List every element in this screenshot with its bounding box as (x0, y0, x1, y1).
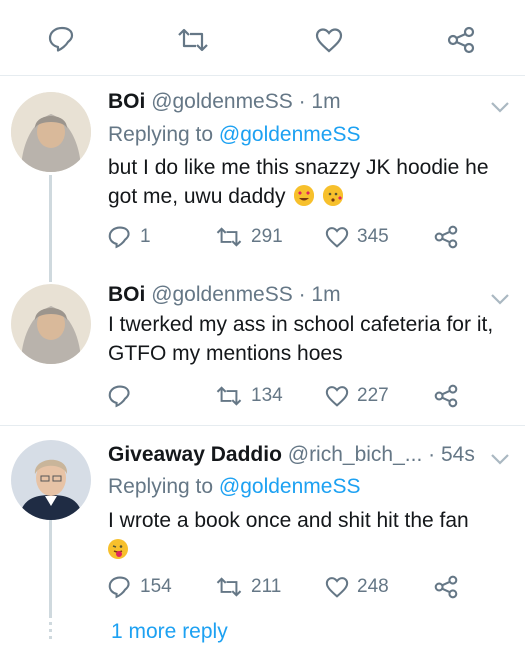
tweet-text-content: I wrote a book once and shit hit the fan (108, 509, 469, 532)
retweet-count: 211 (251, 576, 282, 597)
timestamp: · 1m (298, 283, 341, 306)
reply-icon (108, 576, 130, 599)
reply-icon (108, 385, 130, 408)
tweet-header: BOi @goldenmeSS · 1m (108, 90, 341, 114)
tweet-header: Giveaway Daddio @rich_bich_... · 54s (108, 443, 475, 467)
avatar[interactable] (11, 284, 91, 364)
display-name[interactable]: Giveaway Daddio (108, 443, 282, 466)
like-count: 227 (357, 385, 389, 406)
share-icon (434, 575, 458, 599)
replying-to-handle[interactable]: @goldenmeSS (219, 475, 361, 498)
reply-count: 1 (140, 226, 151, 247)
replying-to-handle[interactable]: @goldenmeSS (219, 123, 361, 146)
tongue-out-emoji (108, 538, 128, 559)
retweet-count: 134 (251, 385, 283, 406)
reply-count: 154 (140, 576, 172, 597)
tweet-actions: 134 227 (108, 382, 513, 410)
avatar[interactable] (11, 92, 91, 172)
share-icon (434, 225, 458, 249)
tweet-actions: 1 291 345 (108, 223, 513, 251)
share-button[interactable] (434, 223, 466, 251)
replying-prefix: Replying to (108, 475, 214, 498)
tweet-text: I wrote a book once and shit hit the fan (108, 506, 513, 564)
reply-button[interactable] (108, 382, 140, 410)
retweet-count: 291 (251, 226, 283, 247)
kissing-face-emoji (323, 185, 344, 206)
retweet-button[interactable]: 134 (215, 382, 283, 410)
like-button[interactable]: 227 (325, 382, 389, 410)
like-count: 248 (357, 576, 389, 597)
retweet-button[interactable]: 211 (215, 573, 281, 601)
divider (0, 425, 525, 426)
share-icon (434, 384, 458, 408)
timestamp: · 54s (428, 443, 475, 466)
reply-button[interactable]: 1 (108, 223, 151, 251)
display-name[interactable]: BOi (108, 283, 145, 306)
share-button[interactable] (434, 382, 466, 410)
tweet-header: BOi @goldenmeSS · 1m (108, 283, 341, 307)
retweet-button[interactable]: 291 (215, 223, 283, 251)
like-button[interactable]: 248 (325, 573, 389, 601)
like-icon[interactable] (315, 27, 343, 53)
like-icon (325, 227, 349, 248)
replying-to: Replying to @goldenmeSS (108, 123, 360, 147)
retweet-icon (216, 577, 242, 597)
chevron-down-icon[interactable] (490, 292, 510, 310)
handle[interactable]: @goldenmeSS (151, 90, 293, 113)
retweet-icon (216, 227, 242, 247)
retweet-icon (216, 386, 242, 406)
tweet-text: I twerked my ass in school cafeteria for… (108, 313, 494, 365)
tweet[interactable]: Giveaway Daddio @rich_bich_... · 54s Rep… (0, 430, 525, 610)
replying-to: Replying to @goldenmeSS (108, 475, 360, 499)
like-icon (325, 577, 349, 598)
avatar[interactable] (11, 440, 91, 520)
like-count: 345 (357, 226, 389, 247)
reply-icon[interactable] (48, 26, 76, 52)
share-icon[interactable] (447, 26, 475, 54)
tweet[interactable]: BOi @goldenmeSS · 1m Replying to @golden… (0, 80, 525, 260)
replying-prefix: Replying to (108, 123, 214, 146)
like-button[interactable]: 345 (325, 223, 389, 251)
chevron-down-icon[interactable] (490, 100, 510, 118)
timestamp: · 1m (298, 90, 341, 113)
tweet-text: but I do like me this snazzy JK hoodie h… (108, 153, 513, 211)
share-button[interactable] (434, 573, 466, 601)
thread-dots (49, 615, 52, 640)
tweet-actions: 154 211 248 (108, 573, 513, 601)
reply-button[interactable]: 154 (108, 573, 172, 601)
display-name[interactable]: BOi (108, 90, 145, 113)
handle[interactable]: @rich_bich_... (288, 443, 423, 466)
retweet-icon[interactable] (176, 28, 210, 52)
handle[interactable]: @goldenmeSS (151, 283, 293, 306)
more-replies-link[interactable]: 1 more reply (111, 620, 228, 644)
reply-icon (108, 226, 130, 249)
heart-eyes-emoji (294, 185, 315, 206)
top-action-bar (0, 0, 525, 76)
chevron-down-icon[interactable] (490, 452, 510, 470)
tweet[interactable]: BOi @goldenmeSS · 1m I twerked my ass in… (0, 270, 525, 420)
like-icon (325, 386, 349, 407)
